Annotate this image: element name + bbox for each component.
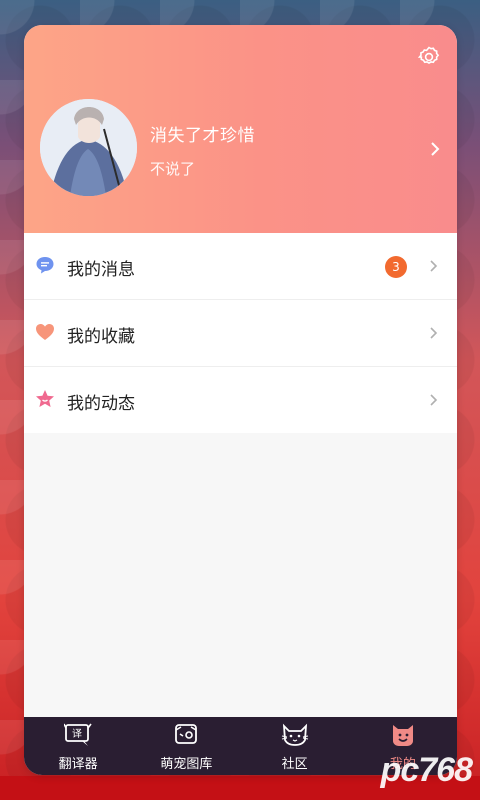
signature: 不说了: [150, 160, 196, 178]
chevron-right-icon: [429, 392, 438, 406]
tab-pet-gallery[interactable]: 萌宠图库: [132, 717, 240, 775]
tab-community[interactable]: 社区: [241, 717, 349, 775]
tab-label: 社区: [281, 757, 308, 772]
menu-item-label: 我的动态: [67, 394, 135, 414]
heart-icon: [35, 322, 55, 342]
svg-text:译: 译: [72, 728, 82, 740]
profile-card: 消失了才珍惜 不说了 我的消息 3 我的收藏 我的动态 译 翻译器 萌宠图库 社…: [24, 25, 457, 775]
tab-label: 萌宠图库: [160, 757, 213, 772]
translator-icon: 译: [64, 723, 92, 746]
settings-gear-icon[interactable]: [417, 45, 441, 69]
menu-item-label: 我的收藏: [67, 327, 135, 347]
profile-header[interactable]: 消失了才珍惜 不说了: [24, 25, 457, 233]
menu-list: 我的消息 3 我的收藏 我的动态: [24, 233, 457, 433]
username: 消失了才珍惜: [150, 126, 255, 146]
tab-label: 翻译器: [58, 757, 98, 772]
smile-profile-icon: [392, 725, 413, 746]
star-icon: [35, 389, 55, 409]
chevron-right-icon: [429, 325, 438, 339]
message-icon: [35, 255, 55, 275]
tab-translator[interactable]: 译 翻译器: [24, 717, 132, 775]
menu-item-label: 我的消息: [67, 260, 135, 280]
chevron-right-icon[interactable]: [429, 140, 441, 158]
watermark-logo: pc768: [380, 751, 473, 789]
avatar[interactable]: [40, 99, 137, 196]
pet-gallery-icon: [175, 724, 198, 744]
menu-item-favorites[interactable]: 我的收藏: [24, 300, 457, 367]
menu-item-messages[interactable]: 我的消息 3: [24, 233, 457, 300]
chevron-right-icon: [429, 258, 438, 272]
cat-community-icon: [281, 723, 308, 746]
menu-item-posts[interactable]: 我的动态: [24, 367, 457, 433]
unread-count-badge: 3: [385, 256, 407, 278]
